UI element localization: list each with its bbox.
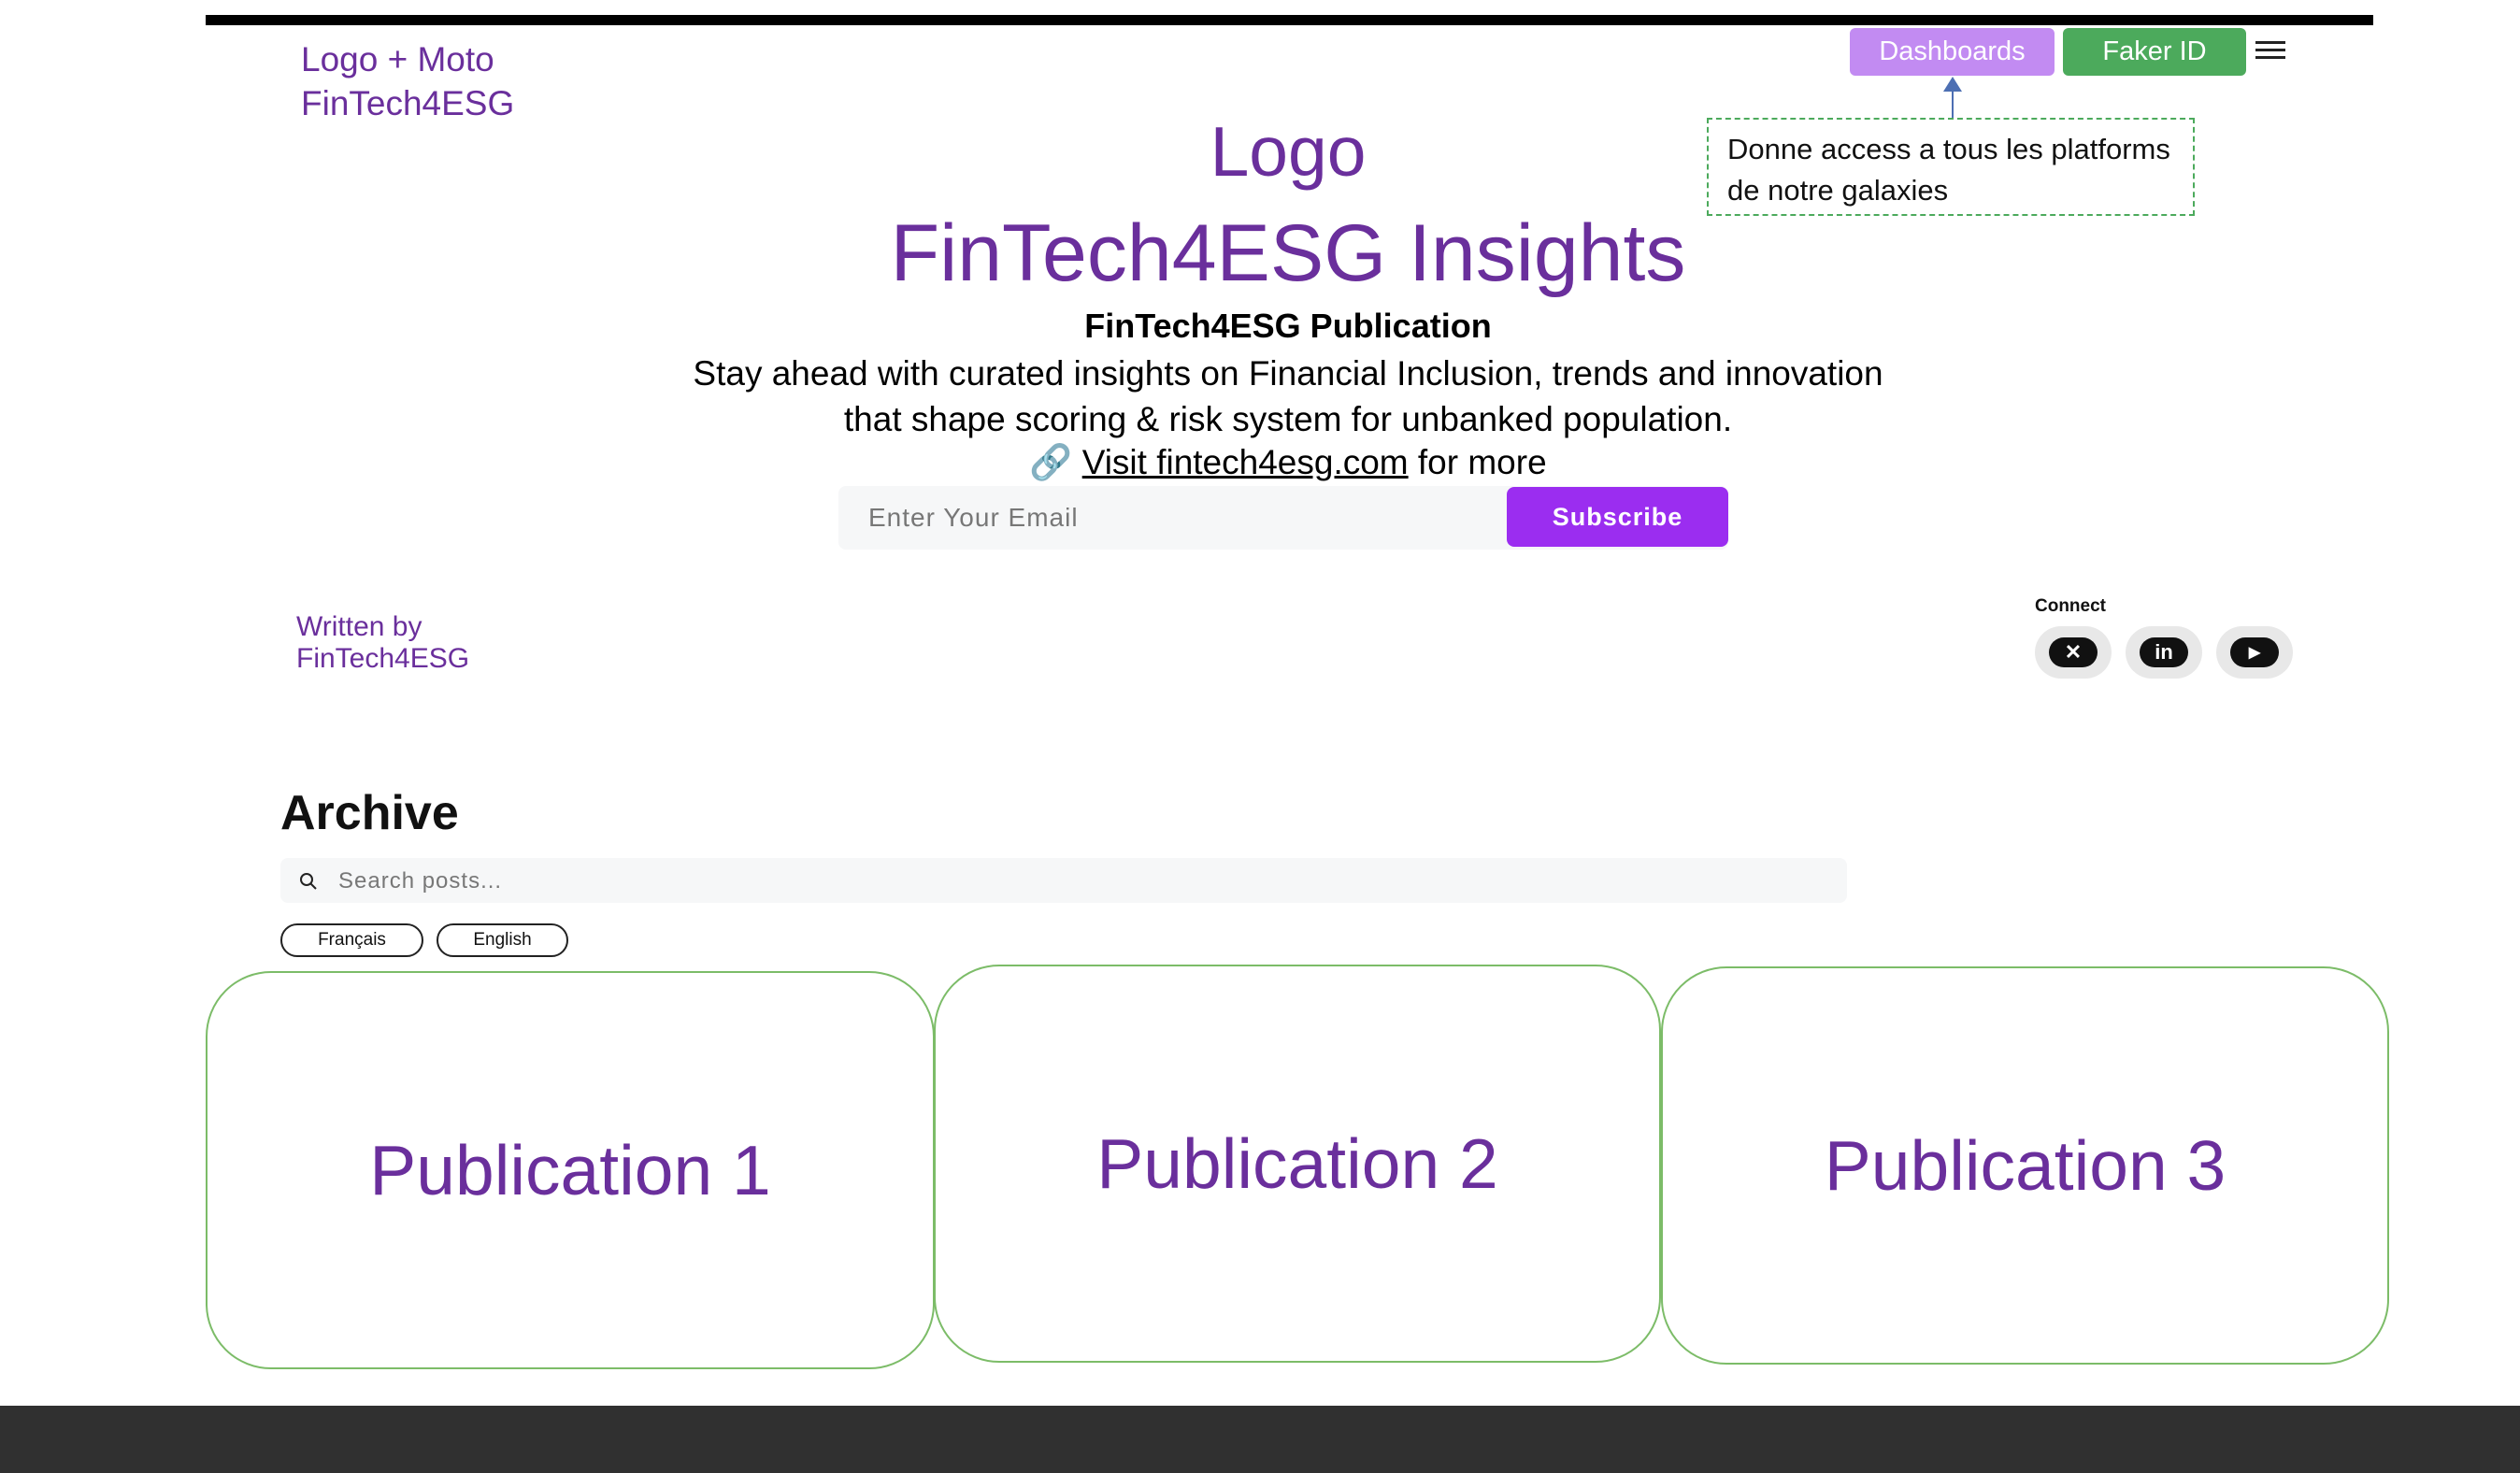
faker-id-button[interactable]: Faker ID	[2063, 28, 2246, 76]
tagline-line-1: Stay ahead with curated insights on Fina…	[693, 354, 1883, 393]
footer-bar	[0, 1406, 2520, 1473]
page-title: FinTech4ESG Insights	[890, 208, 1686, 298]
author-byline: Written by FinTech4ESG	[296, 611, 469, 675]
linkedin-icon[interactable]: in	[2126, 626, 2202, 679]
search-bar	[280, 858, 1847, 905]
publication-card-1[interactable]: Publication 1	[206, 971, 935, 1369]
publication-card-3[interactable]: Publication 3	[1661, 966, 2389, 1365]
dashboards-button[interactable]: Dashboards	[1850, 28, 2055, 76]
youtube-glyph: ▶	[2230, 637, 2279, 667]
x-glyph: ✕	[2049, 637, 2098, 667]
visit-link[interactable]: Visit fintech4esg.com	[1082, 443, 1409, 481]
hamburger-line	[2255, 41, 2285, 44]
logo-moto-label: Logo + Moto	[301, 40, 494, 79]
visit-suffix: for more	[1408, 443, 1547, 481]
search-input[interactable]	[336, 858, 1836, 905]
author-name: FinTech4ESG	[296, 643, 470, 674]
archive-heading: Archive	[280, 786, 459, 840]
x-icon[interactable]: ✕	[2035, 626, 2112, 679]
linkedin-glyph: in	[2140, 637, 2188, 667]
publication-card-2[interactable]: Publication 2	[934, 965, 1661, 1363]
visit-line: 🔗 Visit fintech4esg.com for more	[0, 439, 2520, 486]
email-field[interactable]	[838, 486, 1523, 550]
hamburger-line	[2255, 49, 2285, 51]
top-border-bar	[206, 15, 2373, 25]
subscribe-button[interactable]: Subscribe	[1507, 487, 1728, 547]
tagline-line-2: that shape scoring & risk system for unb…	[843, 400, 1733, 438]
connect-label: Connect	[2035, 596, 2106, 616]
publication-title: Publication 2	[1096, 1124, 1498, 1203]
subscribe-form: Subscribe	[838, 486, 1728, 550]
link-icon: 🔗	[1029, 443, 1073, 481]
hamburger-line	[2255, 56, 2285, 59]
youtube-icon[interactable]: ▶	[2216, 626, 2293, 679]
language-english-button[interactable]: English	[437, 923, 568, 957]
publication-title: Publication 1	[369, 1131, 771, 1209]
publication-label: FinTech4ESG Publication	[1084, 307, 1492, 345]
written-by-label: Written by	[296, 611, 422, 642]
hamburger-icon[interactable]	[2255, 41, 2285, 60]
language-french-button[interactable]: Français	[280, 923, 423, 957]
publication-title: Publication 3	[1824, 1126, 2226, 1205]
hero-logo: Logo	[1210, 112, 1367, 191]
tagline: Stay ahead with curated insights on Fina…	[0, 350, 2520, 442]
search-icon	[300, 873, 317, 890]
